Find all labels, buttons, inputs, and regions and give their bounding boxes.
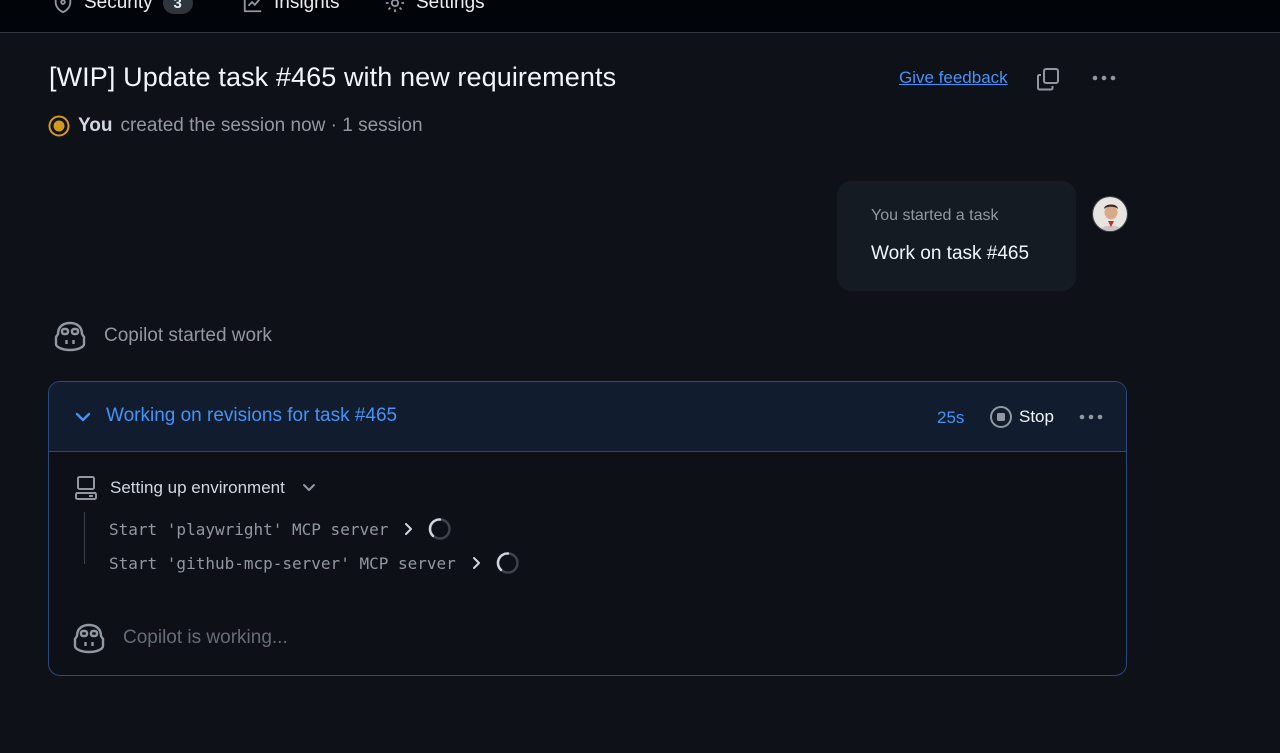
spinner-icon <box>429 518 452 540</box>
chevron-down-icon <box>302 484 315 491</box>
elapsed-time: 25s <box>937 408 965 427</box>
step-label: Start 'github-mcp-server' MCP server <box>109 553 456 573</box>
repo-nav-partial-tab[interactable] <box>0 0 20 2</box>
more-options-button[interactable] <box>1090 66 1118 90</box>
tab-security-label: Security <box>84 0 153 13</box>
stop-button-label: Stop <box>1019 407 1054 426</box>
copy-icon <box>1037 68 1059 91</box>
chevron-down-icon <box>75 412 91 422</box>
tab-settings[interactable]: Settings <box>384 0 485 14</box>
kebab-horizontal-icon <box>1079 414 1103 420</box>
copilot-icon <box>73 623 105 654</box>
stop-button[interactable]: Stop <box>989 403 1054 431</box>
gear-icon <box>385 0 405 13</box>
session-author: You <box>78 115 113 136</box>
page-title: [WIP] Update task #465 with new requirem… <box>49 62 617 92</box>
copilot-working-status: Copilot is working... <box>71 622 288 654</box>
session-meta-text: created the session now · 1 session <box>120 115 423 136</box>
chevron-right-icon <box>472 557 480 569</box>
user-message-caption: You started a task <box>871 207 999 224</box>
step-label: Start 'playwright' MCP server <box>109 519 389 539</box>
environment-group-label: Setting up environment <box>110 478 285 497</box>
kebab-horizontal-icon <box>1092 75 1116 81</box>
copilot-icon <box>54 321 86 352</box>
session-log-panel: Working on revisions for task #465 25s S… <box>48 381 1127 676</box>
repo-nav: Security 3 Insights Settings <box>0 0 1280 33</box>
graph-icon <box>243 0 262 13</box>
collapse-toggle[interactable] <box>73 408 93 426</box>
spinner-icon <box>496 552 519 574</box>
user-message-bubble: You started a task Work on task #465 <box>837 181 1076 291</box>
user-avatar-image <box>1093 197 1127 231</box>
copilot-started-event: Copilot started work <box>52 320 272 352</box>
session-more-button[interactable] <box>1077 406 1105 428</box>
shield-icon <box>54 0 72 14</box>
copy-button[interactable] <box>1035 66 1061 92</box>
step-start-github-mcp-server[interactable]: Start 'github-mcp-server' MCP server <box>109 551 520 575</box>
tab-settings-label: Settings <box>416 0 485 13</box>
stop-icon <box>990 406 1012 428</box>
tree-connector <box>84 512 85 564</box>
copilot-working-text: Copilot is working... <box>123 627 288 648</box>
tab-insights-label: Insights <box>274 0 340 13</box>
step-start-playwright[interactable]: Start 'playwright' MCP server <box>109 517 452 541</box>
session-log-title[interactable]: Working on revisions for task #465 <box>106 405 397 427</box>
tab-insights[interactable]: Insights <box>242 0 339 14</box>
in-progress-status-icon <box>48 115 70 137</box>
copilot-started-text: Copilot started work <box>104 325 272 346</box>
session-meta: You created the session now · 1 session <box>48 115 423 137</box>
session-log-header: Working on revisions for task #465 25s S… <box>49 382 1126 452</box>
security-count-badge: 3 <box>162 0 193 14</box>
tab-security[interactable]: Security 3 <box>52 0 193 14</box>
setting-up-environment-group[interactable]: Setting up environment <box>74 475 317 501</box>
user-message-text: Work on task #465 <box>871 243 1030 264</box>
chevron-right-icon <box>405 523 413 535</box>
avatar[interactable] <box>1092 196 1128 232</box>
give-feedback-link[interactable]: Give feedback <box>899 68 1008 88</box>
server-icon <box>75 476 97 500</box>
